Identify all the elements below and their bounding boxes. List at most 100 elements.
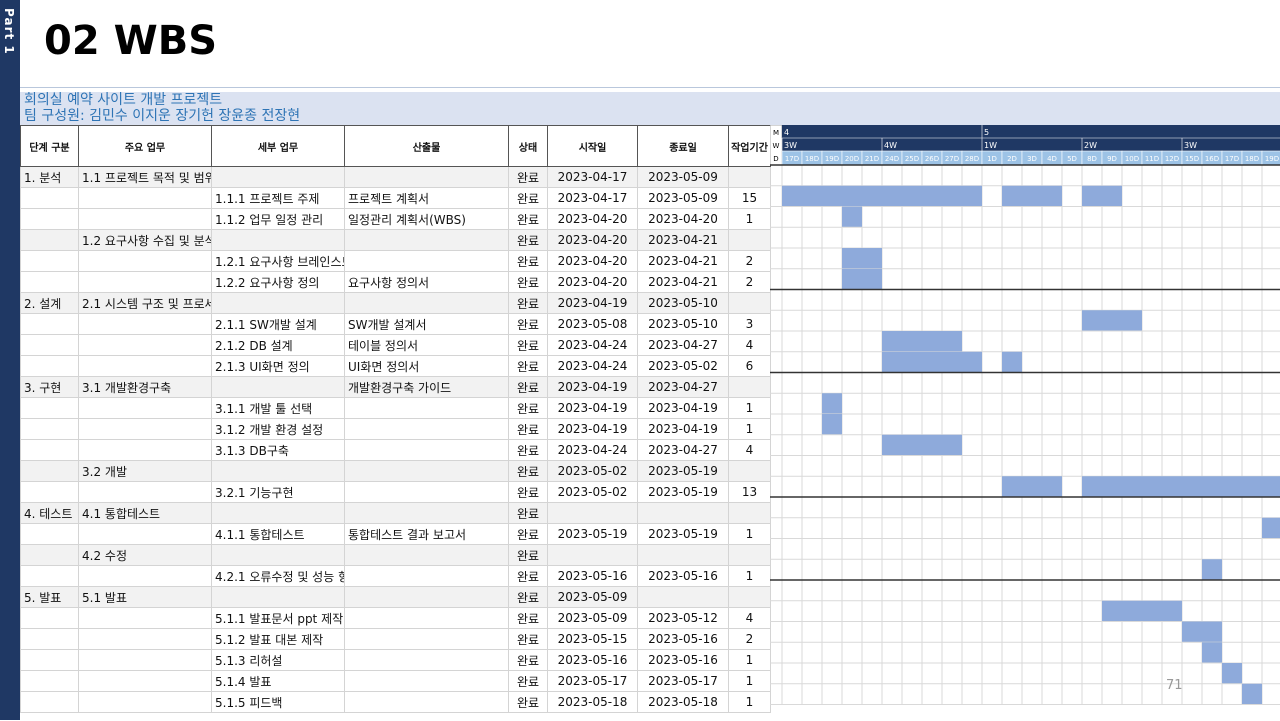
duration-cell: 2 xyxy=(728,628,771,650)
stage-cell: 3. 구현 xyxy=(20,376,79,398)
duration-cell xyxy=(728,586,771,608)
gantt-day-label: 3D xyxy=(1027,155,1037,163)
stage-cell: 5. 발표 xyxy=(20,586,79,608)
stage-cell xyxy=(20,691,79,713)
table-row: 4.1.1 통합테스트 통합테스트 결과 보고서 완료 2023-05-19 2023-… xyxy=(20,523,771,545)
stage-cell xyxy=(20,397,79,419)
start-date-cell: 2023-05-09 xyxy=(547,607,638,629)
stage-cell xyxy=(20,607,79,629)
output-cell xyxy=(344,418,509,440)
gantt-day-label: 5D xyxy=(1067,155,1077,163)
gantt-bar xyxy=(1222,663,1242,684)
project-name: 회의실 예약 사이트 개발 프로젝트 xyxy=(24,92,223,108)
table-row: 1.2 요구사항 수집 및 분석 완료 2023-04-20 2023-04-21 xyxy=(20,229,771,251)
sub-task-cell: 3.1.3 DB구축 xyxy=(211,439,345,461)
table-row: 2. 설계2.1 시스템 구조 및 프로세스 정의 완료2023-04-19202… xyxy=(20,292,771,314)
stage-cell xyxy=(20,628,79,650)
end-date-cell: 2023-04-19 xyxy=(637,397,729,419)
duration-cell: 1 xyxy=(728,397,771,419)
end-date-cell: 2023-04-27 xyxy=(637,439,729,461)
start-date-cell: 2023-05-16 xyxy=(547,565,638,587)
gantt-day-label: 28D xyxy=(965,155,979,163)
duration-cell: 3 xyxy=(728,313,771,335)
start-date-cell: 2023-04-24 xyxy=(547,334,638,356)
output-cell xyxy=(344,250,509,272)
start-date-cell xyxy=(547,502,638,524)
sub-task-cell xyxy=(211,229,345,251)
end-date-cell: 2023-04-27 xyxy=(637,376,729,398)
start-date-cell: 2023-04-19 xyxy=(547,376,638,398)
main-task-cell xyxy=(78,334,212,356)
status-cell: 완료 xyxy=(508,628,548,650)
gantt-week-label: 1W xyxy=(984,141,997,150)
sub-task-cell: 4.2.1 오류수정 및 성능 향상 xyxy=(211,565,345,587)
output-cell xyxy=(344,670,509,692)
gantt-bar xyxy=(1202,642,1222,663)
end-date-cell: 2023-04-20 xyxy=(637,208,729,230)
gantt-day-label: 16D xyxy=(1205,155,1219,163)
gantt-month-label: 5 xyxy=(984,128,989,137)
duration-cell: 1 xyxy=(728,418,771,440)
output-cell: 요구사항 정의서 xyxy=(344,271,509,293)
start-date-cell: 2023-05-08 xyxy=(547,313,638,335)
stage-cell xyxy=(20,565,79,587)
header-status: 상태 xyxy=(508,125,548,167)
gantt-day-label: 2D xyxy=(1007,155,1017,163)
sub-task-cell: 3.2.1 기능구현 xyxy=(211,481,345,503)
main-task-cell: 5.1 발표 xyxy=(78,586,212,608)
table-row: 2.1.1 SW개발 설계 SW개발 설계서 완료 2023-05-08 2023-05… xyxy=(20,313,771,335)
start-date-cell: 2023-04-24 xyxy=(547,355,638,377)
output-cell xyxy=(344,649,509,671)
sub-task-cell: 1.1.2 업무 일정 관리 xyxy=(211,208,345,230)
end-date-cell: 2023-04-21 xyxy=(637,229,729,251)
duration-cell: 15 xyxy=(728,187,771,209)
main-task-cell xyxy=(78,313,212,335)
status-cell: 완료 xyxy=(508,355,548,377)
main-task-cell: 4.1 통합테스트 xyxy=(78,502,212,524)
status-cell: 완료 xyxy=(508,397,548,419)
stage-cell xyxy=(20,187,79,209)
duration-cell: 4 xyxy=(728,439,771,461)
start-date-cell: 2023-04-19 xyxy=(547,418,638,440)
main-task-cell xyxy=(78,649,212,671)
status-cell: 완료 xyxy=(508,250,548,272)
sub-task-cell: 1.2.1 요구사항 브레인스토밍 xyxy=(211,250,345,272)
output-cell: UI화면 정의서 xyxy=(344,355,509,377)
table-row: 1.2.1 요구사항 브레인스토밍 완료2023-04-202023-04-212 xyxy=(20,250,771,272)
main-task-cell xyxy=(78,691,212,713)
stage-cell xyxy=(20,313,79,335)
output-cell xyxy=(344,439,509,461)
main-task-cell xyxy=(78,418,212,440)
status-cell: 완료 xyxy=(508,208,548,230)
main-task-cell xyxy=(78,355,212,377)
start-date-cell: 2023-05-19 xyxy=(547,523,638,545)
stage-cell xyxy=(20,481,79,503)
table-row: 2.1.3 UI화면 정의 UI화면 정의서 완료 2023-04-24 2023-05… xyxy=(20,355,771,377)
main-task-cell xyxy=(78,523,212,545)
duration-cell: 1 xyxy=(728,208,771,230)
start-date-cell: 2023-04-17 xyxy=(547,166,638,188)
output-cell: 일정관리 계획서(WBS) xyxy=(344,208,509,230)
status-cell: 완료 xyxy=(508,691,548,713)
gantt-bar xyxy=(822,414,842,435)
sub-task-cell: 5.1.4 발표 xyxy=(211,670,345,692)
output-cell xyxy=(344,565,509,587)
part-label: Part 1 xyxy=(2,8,16,55)
gantt-bar xyxy=(1102,600,1182,622)
gantt-day-label: 9D xyxy=(1107,155,1117,163)
end-date-cell: 2023-05-19 xyxy=(637,460,729,482)
output-cell xyxy=(344,544,509,566)
end-date-cell: 2023-05-18 xyxy=(637,691,729,713)
header-stage: 단계 구분 xyxy=(20,125,79,167)
status-cell: 완료 xyxy=(508,586,548,608)
duration-cell: 4 xyxy=(728,607,771,629)
table-row: 3.2 개발 완료 2023-05-02 2023-05-19 xyxy=(20,460,771,482)
end-date-cell: 2023-05-16 xyxy=(637,628,729,650)
gantt-bar xyxy=(842,206,862,228)
table-row: 5.1.5 피드백 완료 2023-05-18 2023-05-18 1 xyxy=(20,691,771,713)
end-date-cell: 2023-05-16 xyxy=(637,565,729,587)
table-row: 4.2 수정 완료 xyxy=(20,544,771,566)
table-row: 3.1.1 개발 툴 선택 완료 2023-04-19 2023-04-19 1 xyxy=(20,397,771,419)
table-row: 1.1.2 업무 일정 관리 일정관리 계획서(WBS) 완료 2023-04-20 2… xyxy=(20,208,771,230)
table-row: 5. 발표 5.1 발표 완료 2023-05-09 xyxy=(20,586,771,608)
